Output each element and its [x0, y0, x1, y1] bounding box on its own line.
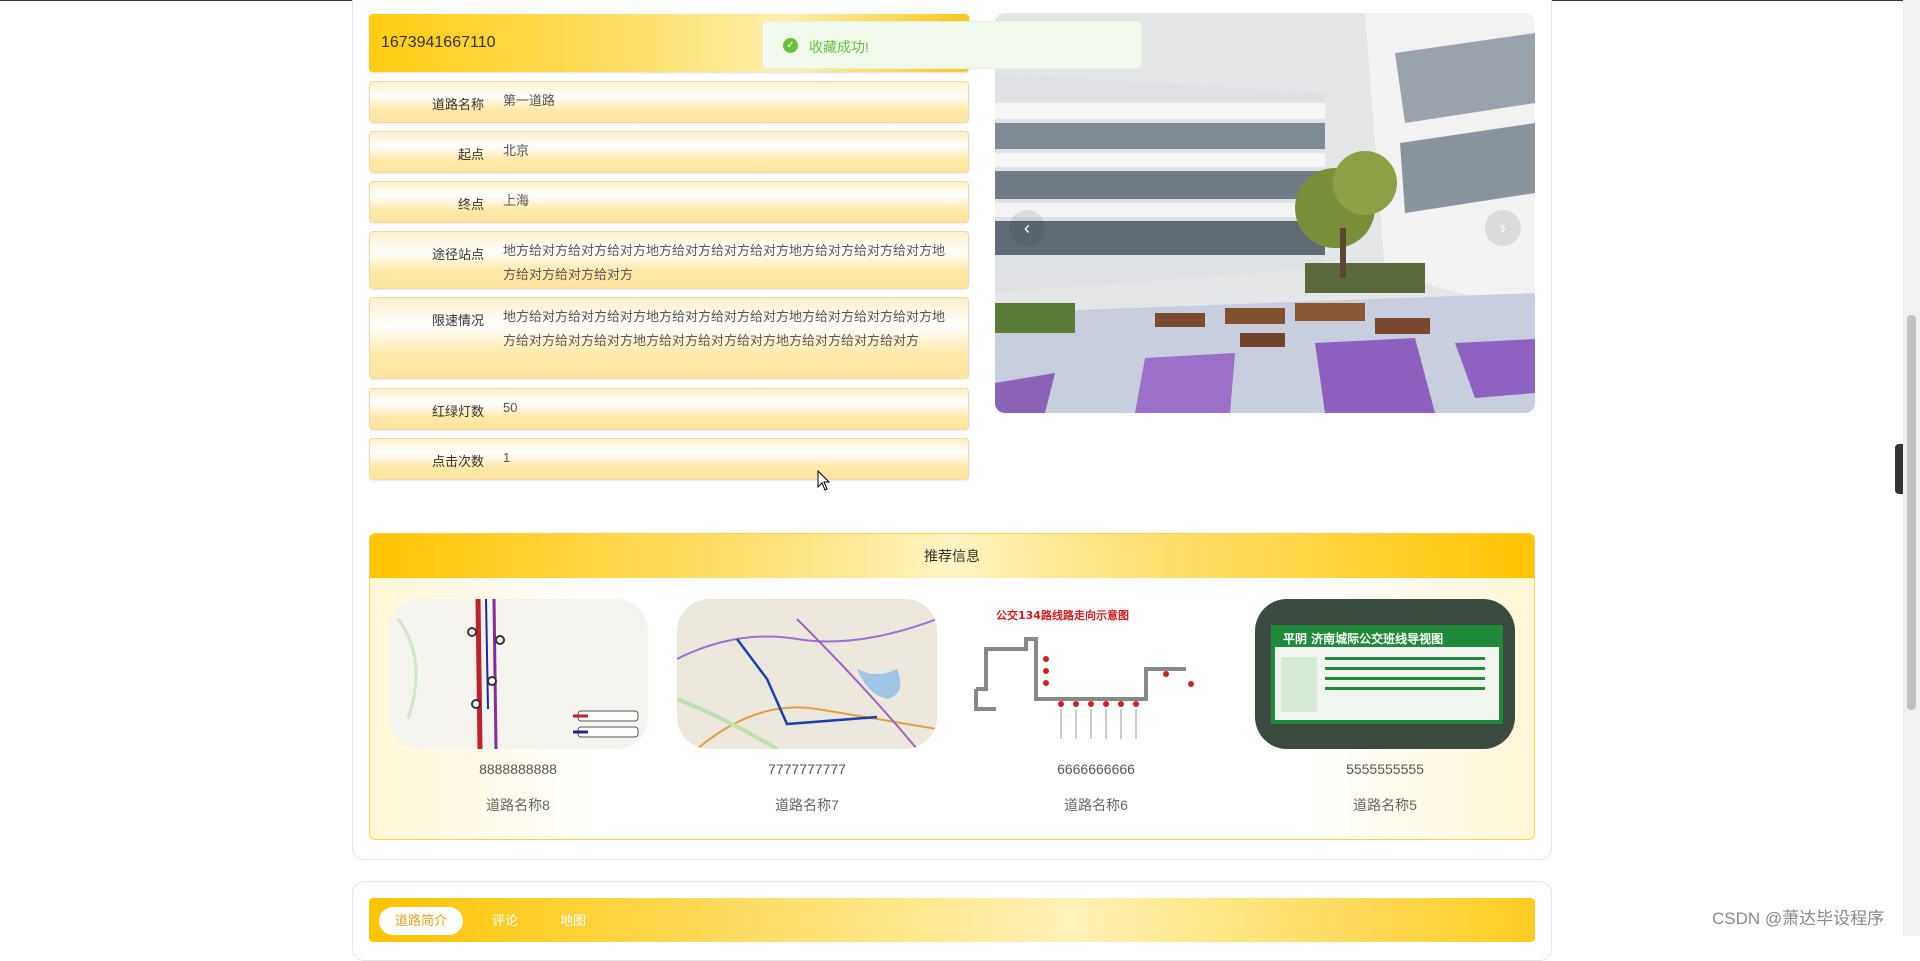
recommend-item[interactable]: 公交134路线路走向示意图 6666666666 道路名称6 — [966, 578, 1226, 815]
recommend-item[interactable]: 平阴 济南城际公交班线导视图 5555555555 道路名称5 — [1255, 578, 1515, 815]
recommend-item[interactable]: 7777777777 道路名称7 — [677, 578, 937, 815]
toast-message: 收藏成功! — [809, 39, 869, 55]
recommend-name: 道路名称8 — [486, 797, 550, 813]
watermark: CSDN @萧达毕设程序 — [1712, 909, 1885, 928]
field-value: 第一道路 — [503, 93, 556, 108]
field-label: 红绿灯数 — [431, 404, 484, 419]
recommend-name: 道路名称6 — [1064, 797, 1128, 813]
route-diagram-title: 公交134路线路走向示意图 — [996, 608, 1129, 622]
field-clicks: 点击次数 1 — [369, 438, 969, 480]
field-end: 终点 上海 — [369, 181, 969, 223]
field-label: 起点 — [457, 147, 484, 162]
field-label: 点击次数 — [431, 454, 484, 469]
field-road-name: 道路名称 第一道路 — [369, 81, 969, 123]
recommend-section: 推荐信息 8888888888 道路名称8 7777777777 道路名称7 公… — [369, 533, 1535, 840]
field-value: 地方给对方给对方给对方地方给对方给对方给对方地方给对方给对方给对方地方给对方给对… — [503, 309, 946, 348]
bus-sign-photo: 平阴 济南城际公交班线导视图 — [1255, 599, 1515, 749]
field-label: 道路名称 — [431, 97, 484, 112]
recommend-number: 5555555555 — [1346, 761, 1424, 777]
tab-road-intro[interactable]: 道路简介 — [379, 907, 464, 935]
field-value: 1 — [503, 450, 511, 465]
bus-sign-title: 平阴 济南城际公交班线导视图 — [1283, 631, 1443, 646]
recommend-name: 道路名称5 — [1353, 797, 1417, 813]
tab-bar: 道路简介 评论 地图 — [369, 898, 1535, 942]
bus-route-diagram: 公交134路线路走向示意图 — [966, 599, 1226, 749]
field-traffic-lights: 红绿灯数 50 — [369, 388, 969, 430]
recommend-number: 8888888888 — [479, 761, 557, 777]
campus-photo — [995, 13, 1535, 413]
recommend-image[interactable] — [388, 599, 648, 749]
field-label: 限速情况 — [431, 313, 484, 328]
field-value: 上海 — [503, 193, 530, 208]
field-label: 途径站点 — [431, 247, 484, 262]
carousel-prev-button[interactable]: ‹ — [1009, 210, 1045, 246]
field-value: 地方给对方给对方给对方地方给对方给对方给对方地方给对方给对方给对方地方给对方给对… — [503, 243, 946, 282]
field-value: 北京 — [503, 143, 530, 158]
carousel-next-button[interactable]: › — [1485, 210, 1521, 246]
success-toast: ✓ 收藏成功! — [762, 21, 1142, 69]
recommend-item[interactable]: 8888888888 道路名称8 — [388, 578, 648, 815]
recommend-image[interactable] — [677, 599, 937, 749]
tab-map[interactable]: 地图 — [544, 907, 602, 935]
route-map-image — [677, 599, 937, 749]
recommend-list: 8888888888 道路名称8 7777777777 道路名称7 公交134路… — [370, 578, 1534, 839]
page-scrollbar[interactable] — [1903, 0, 1920, 936]
field-label: 终点 — [457, 197, 484, 212]
recommend-title: 推荐信息 — [370, 534, 1534, 578]
field-stations: 途径站点 地方给对方给对方给对方地方给对方给对方给对方地方给对方给对方给对方地方… — [369, 231, 969, 289]
field-start: 起点 北京 — [369, 131, 969, 173]
route-map-image — [388, 599, 648, 749]
field-value: 50 — [503, 400, 518, 415]
recommend-image[interactable]: 公交134路线路走向示意图 — [966, 599, 1226, 749]
mouse-cursor-icon — [817, 470, 831, 491]
tab-comments[interactable]: 评论 — [476, 907, 534, 935]
check-circle-icon: ✓ — [783, 38, 798, 53]
scrollbar-thumb[interactable] — [1907, 315, 1916, 710]
field-speed-limit: 限速情况 地方给对方给对方给对方地方给对方给对方给对方地方给对方给对方给对方地方… — [369, 297, 969, 379]
image-carousel[interactable]: ‹ › — [995, 13, 1535, 413]
recommend-number: 7777777777 — [768, 761, 846, 777]
recommend-number: 6666666666 — [1057, 761, 1135, 777]
recommend-name: 道路名称7 — [775, 797, 839, 813]
recommend-image[interactable]: 平阴 济南城际公交班线导视图 — [1255, 599, 1515, 749]
